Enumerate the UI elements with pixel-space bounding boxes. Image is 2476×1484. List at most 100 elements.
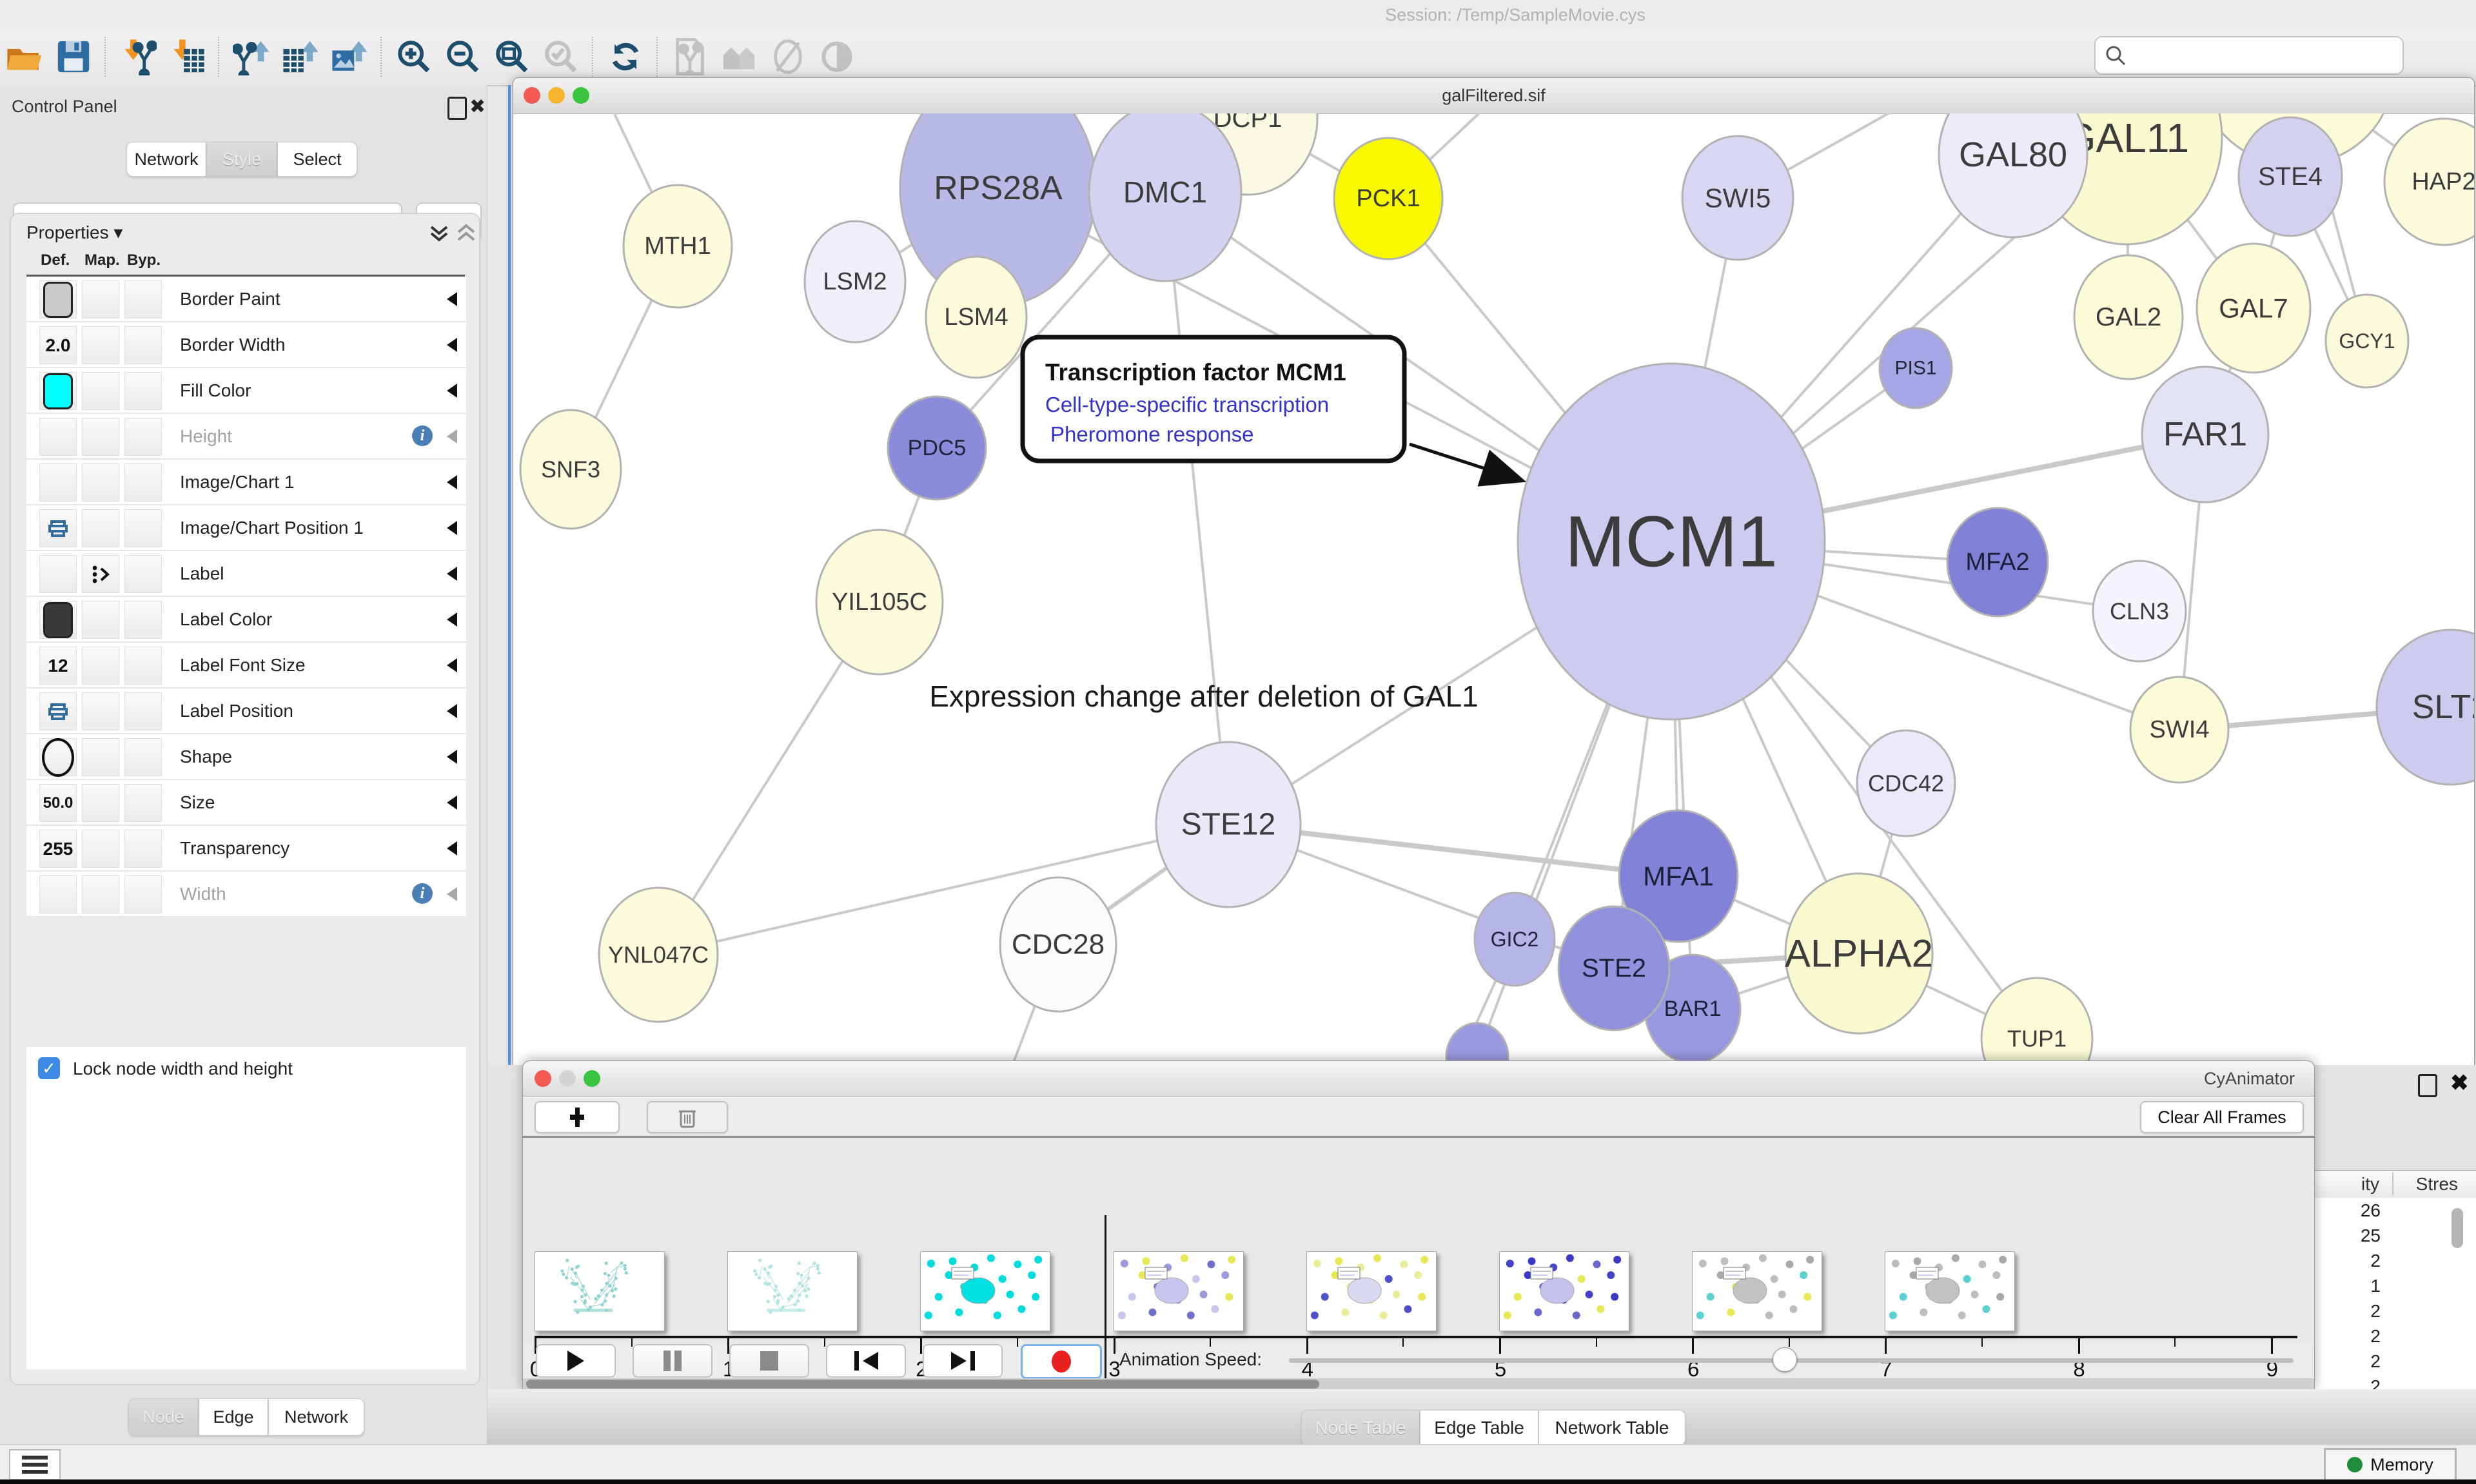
tab-node[interactable]: Node — [128, 1398, 199, 1436]
open-icon[interactable] — [0, 34, 49, 80]
default-cell[interactable]: 2.0 — [39, 326, 77, 364]
memory-button[interactable]: Memory — [2324, 1448, 2457, 1481]
default-cell[interactable] — [39, 738, 77, 776]
tab-network[interactable]: Network — [126, 142, 206, 177]
record-button[interactable] — [1021, 1344, 1102, 1379]
color-swatch[interactable] — [43, 282, 73, 318]
expand-property-icon[interactable] — [447, 475, 457, 489]
default-value[interactable]: 50.0 — [43, 794, 74, 812]
default-value[interactable]: 2.0 — [46, 335, 71, 356]
default-cell[interactable] — [39, 875, 77, 913]
table-row[interactable]: 2 — [2314, 1248, 2476, 1273]
cyanimator-titlebar[interactable]: CyAnimator — [523, 1061, 2314, 1097]
tab-node-table[interactable]: Node Table — [1301, 1410, 1420, 1446]
network-titlebar[interactable]: galFiltered.sif — [513, 78, 2474, 114]
zoom-fit-icon[interactable] — [487, 34, 536, 80]
default-cell[interactable] — [39, 555, 77, 593]
property-row-label[interactable]: Label — [26, 551, 466, 597]
default-cell[interactable] — [39, 692, 77, 730]
property-row-height[interactable]: Heighti — [26, 414, 466, 460]
float-window-icon[interactable] — [447, 97, 467, 120]
table-row[interactable]: 1 — [2314, 1273, 2476, 1298]
default-cell[interactable] — [39, 280, 77, 318]
expand-property-icon[interactable] — [447, 384, 457, 398]
pause-button[interactable] — [633, 1344, 712, 1378]
mapping-cell[interactable] — [82, 555, 119, 593]
default-cell[interactable] — [39, 509, 77, 547]
table-row[interactable]: 2 — [2314, 1349, 2476, 1374]
mapping-cell[interactable] — [82, 464, 119, 502]
tab-network-table[interactable]: Network Table — [1538, 1410, 1685, 1446]
mapping-cell[interactable] — [82, 784, 119, 822]
property-row-label-color[interactable]: Label Color — [26, 597, 466, 643]
ellipse-shape-icon[interactable] — [42, 738, 74, 777]
table-row[interactable]: 2 — [2314, 1323, 2476, 1349]
property-row-label-font-size[interactable]: 12Label Font Size — [26, 643, 466, 688]
import-network-icon[interactable] — [113, 34, 162, 80]
stop-button[interactable] — [729, 1344, 809, 1378]
skip-to-start-button[interactable] — [826, 1344, 906, 1378]
property-row-shape[interactable]: Shape — [26, 734, 466, 780]
mapping-cell[interactable] — [82, 647, 119, 685]
animation-frame-5[interactable] — [1499, 1251, 1629, 1331]
expand-property-icon[interactable] — [447, 796, 457, 810]
property-row-size[interactable]: 50.0Size — [26, 780, 466, 826]
expand-property-icon[interactable] — [447, 429, 457, 444]
default-cell[interactable] — [39, 464, 77, 502]
clear-all-frames-button[interactable]: Clear All Frames — [2140, 1101, 2304, 1133]
property-row-fill-color[interactable]: Fill Color — [26, 368, 466, 414]
expand-property-icon[interactable] — [447, 841, 457, 855]
network-node-tup1[interactable] — [1981, 978, 2092, 1066]
property-row-transparency[interactable]: 255Transparency — [26, 826, 466, 872]
expand-property-icon[interactable] — [447, 567, 457, 581]
property-row-image-chart-1[interactable]: Image/Chart 1 — [26, 460, 466, 505]
mapping-cell[interactable] — [82, 875, 119, 913]
add-frame-button[interactable] — [535, 1101, 620, 1133]
timeline-playhead[interactable] — [1105, 1215, 1106, 1406]
close-window-button[interactable] — [535, 1070, 551, 1087]
network-node-smallp[interactable] — [1446, 1023, 1508, 1066]
color-swatch[interactable] — [43, 602, 73, 638]
search-input[interactable] — [2133, 45, 2381, 66]
skip-to-end-button[interactable] — [923, 1344, 1003, 1378]
default-value[interactable]: 12 — [48, 656, 68, 676]
search-box[interactable] — [2094, 36, 2404, 75]
cyanimator-timeline[interactable]: 0123456789 Seconds — [523, 1138, 2314, 1344]
default-cell[interactable]: 255 — [39, 830, 77, 868]
bypass-cell[interactable] — [124, 830, 162, 868]
table-column-headers[interactable]: ity Stres — [2314, 1170, 2476, 1198]
float-window-icon[interactable] — [2418, 1074, 2437, 1097]
mapping-cell[interactable] — [82, 326, 119, 364]
animation-frame-0[interactable] — [535, 1251, 665, 1331]
animation-frame-1[interactable] — [727, 1251, 858, 1331]
default-cell[interactable] — [39, 372, 77, 410]
save-icon[interactable] — [49, 34, 98, 80]
close-panel-icon[interactable]: ✖ — [469, 95, 486, 118]
tab-style[interactable]: Style — [206, 142, 277, 177]
play-button[interactable] — [536, 1344, 616, 1378]
table-column-ity[interactable]: ity — [2361, 1174, 2379, 1195]
property-row-border-paint[interactable]: Border Paint — [26, 277, 466, 322]
column-divider[interactable] — [2392, 1172, 2393, 1195]
expand-property-icon[interactable] — [447, 887, 457, 901]
bypass-cell[interactable] — [124, 601, 162, 639]
default-value[interactable]: 255 — [43, 839, 74, 859]
tab-edge[interactable]: Edge — [199, 1398, 268, 1436]
bypass-cell[interactable] — [124, 692, 162, 730]
annotation-link[interactable]: Cell-type-specific transcription — [1045, 393, 1329, 416]
bypass-cell[interactable] — [124, 326, 162, 364]
bypass-cell[interactable] — [124, 280, 162, 318]
scrollbar-thumb[interactable] — [526, 1380, 1319, 1389]
property-row-image-chart-position-1[interactable]: Image/Chart Position 1 — [26, 505, 466, 551]
delete-frame-button[interactable] — [647, 1101, 728, 1133]
default-cell[interactable] — [39, 601, 77, 639]
panel-list-button[interactable] — [9, 1449, 61, 1480]
zoom-out-icon[interactable] — [438, 34, 487, 80]
animation-frame-7[interactable] — [1885, 1251, 2015, 1331]
table-scrollbar[interactable] — [2451, 1208, 2463, 1248]
mapping-cell[interactable] — [82, 509, 119, 547]
zoom-in-icon[interactable] — [389, 34, 438, 80]
table-row[interactable]: 2 — [2314, 1298, 2476, 1323]
export-network-icon[interactable] — [227, 34, 276, 80]
bypass-cell[interactable] — [124, 555, 162, 593]
